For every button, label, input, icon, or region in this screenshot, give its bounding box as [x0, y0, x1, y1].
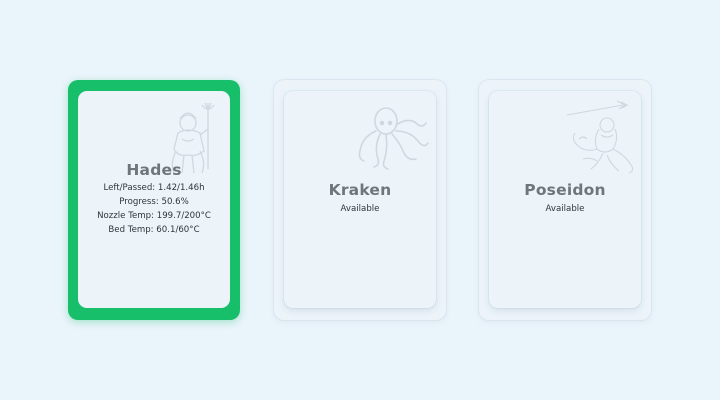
time-left-passed: Left/Passed: 1.42/1.46h: [103, 183, 205, 193]
printer-dashboard: Hades Left/Passed: 1.42/1.46h Progress: …: [0, 0, 720, 400]
printer-card-inner: Poseidon Available: [489, 91, 641, 308]
bed-temp: Bed Temp: 60.1/60°C: [108, 225, 200, 235]
printer-card-kraken[interactable]: Kraken Available: [274, 80, 446, 320]
printer-name: Poseidon: [524, 181, 606, 199]
nozzle-temp: Nozzle Temp: 199.7/200°C: [97, 211, 211, 221]
printer-name: Kraken: [328, 181, 392, 199]
octopus-icon: [358, 107, 429, 170]
status-text: Available: [340, 204, 380, 214]
printer-card-inner: Kraken Available: [284, 91, 436, 308]
printer-name: Hades: [126, 161, 182, 179]
printer-card-poseidon[interactable]: Poseidon Available: [479, 80, 651, 320]
status-text: Available: [545, 204, 585, 214]
printer-card-hades[interactable]: Hades Left/Passed: 1.42/1.46h Progress: …: [68, 80, 240, 320]
progress-text: Progress: 50.6%: [119, 197, 189, 207]
poseidon-figure-icon: [566, 100, 634, 174]
printer-card-inner: Hades Left/Passed: 1.42/1.46h Progress: …: [78, 91, 230, 308]
